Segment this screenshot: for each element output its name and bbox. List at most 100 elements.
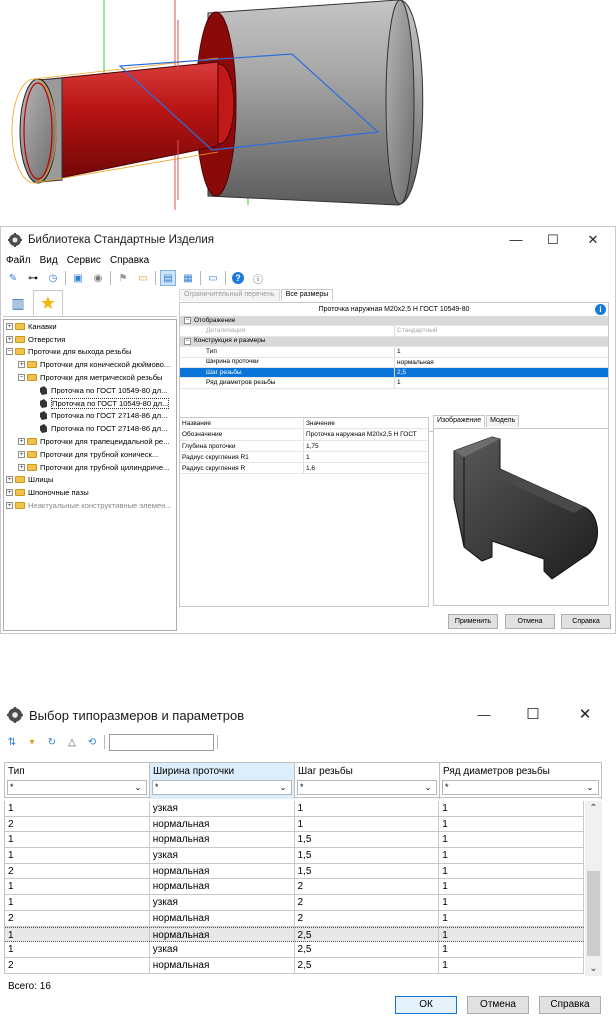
table-row[interactable]: 1 узкая 2 1 [5, 895, 584, 911]
table-row[interactable]: 2 нормальная 2,5 1 [5, 957, 584, 974]
tree-item[interactable]: + Неактуальные конструктивные элемен... [4, 499, 176, 512]
catalog-tab-icon[interactable]: ▥ [3, 290, 33, 316]
search-input[interactable] [109, 733, 214, 751]
filter-icon[interactable]: ▾ [24, 734, 40, 750]
3d-model-view[interactable] [0, 0, 616, 210]
save-icon[interactable]: ▣ [70, 270, 86, 286]
folder-icon[interactable]: ▭ [135, 270, 151, 286]
table-row[interactable]: 1 нормальная 2,5 1 [5, 926, 584, 943]
pin-icon[interactable]: ✎ [5, 270, 21, 286]
menu-help[interactable]: Справка [110, 253, 149, 269]
about-icon[interactable]: ⓘ [250, 270, 266, 286]
chevron-down-icon[interactable]: ⌄ [131, 782, 145, 793]
tree-item[interactable]: + Шлицы [4, 474, 176, 487]
list-view-icon[interactable]: ▤ [160, 270, 176, 286]
column-header[interactable]: Шаг резьбы * ⌄ [295, 763, 440, 799]
tab-image[interactable]: Изображение [433, 415, 486, 427]
close-button[interactable]: ✕ [578, 231, 608, 249]
tree-item[interactable]: + Канавки [4, 320, 176, 333]
apply-button[interactable]: Применить [448, 614, 498, 629]
chevron-down-icon[interactable]: ⌄ [583, 782, 597, 793]
param-group[interactable]: − Отображение [180, 316, 608, 327]
table-row[interactable]: 1 нормальная 2 1 [5, 879, 584, 896]
param-group[interactable]: − Конструкция и размеры [180, 336, 608, 348]
collapse-icon[interactable]: − [184, 337, 191, 345]
expand-icon[interactable]: + [18, 450, 25, 458]
chevron-down-icon[interactable]: ⌄ [421, 782, 435, 793]
param-row[interactable]: Шаг резьбы 2,5 [180, 367, 608, 379]
tree-item[interactable]: + Отверстия [4, 333, 176, 346]
param-value[interactable]: 2,5 [395, 367, 608, 379]
help-button[interactable]: Справка [561, 614, 611, 629]
table-row[interactable]: 1 узкая 1,5 1 [5, 848, 584, 864]
panel-icon[interactable]: ▭ [205, 270, 221, 286]
table-view-icon[interactable]: ▦ [180, 270, 196, 286]
tree-item[interactable]: + Проточки для трубной коническ... [4, 448, 176, 461]
collapse-icon[interactable]: − [184, 317, 191, 325]
tree-item[interactable]: + Проточки для конической дюймово... [4, 358, 176, 371]
sort-icon[interactable]: ⇅ [4, 734, 20, 750]
menu-view[interactable]: Вид [40, 253, 58, 269]
maximize-button[interactable]: ☐ [538, 231, 568, 249]
column-header[interactable]: Ряд диаметров резьбы * ⌄ [440, 763, 602, 799]
tab-model[interactable]: Модель [486, 415, 520, 427]
minimize-button[interactable]: — [501, 231, 531, 249]
refresh-icon[interactable]: ↻ [44, 734, 60, 750]
minimize-button[interactable]: — [469, 706, 499, 724]
cancel-button[interactable]: Отмена [467, 996, 529, 1014]
param-value[interactable]: 1 [395, 378, 608, 389]
expand-icon[interactable]: + [6, 335, 13, 343]
scroll-down-icon[interactable]: ⌄ [585, 961, 602, 976]
table-row[interactable]: 2 нормальная 1 1 [5, 816, 584, 833]
help-icon[interactable]: ? [230, 270, 246, 286]
record-icon[interactable]: ◉ [90, 270, 106, 286]
ok-button[interactable]: ОК [395, 996, 457, 1014]
column-filter[interactable]: * ⌄ [442, 780, 599, 795]
vertical-scrollbar[interactable]: ⌃ ⌄ [585, 801, 602, 976]
menu-service[interactable]: Сервис [67, 253, 101, 269]
tab-all-sizes[interactable]: Все размеры [280, 289, 334, 301]
expand-icon[interactable]: + [6, 322, 13, 330]
expand-icon[interactable]: + [6, 476, 13, 484]
clock-icon[interactable]: ◷ [45, 270, 61, 286]
column-filter[interactable]: * ⌄ [7, 780, 147, 795]
param-row[interactable]: Тип 1 [180, 347, 608, 358]
title-bar[interactable]: Выбор типоразмеров и параметров — ☐ ✕ [0, 698, 616, 732]
flag-icon[interactable]: ⚑ [115, 270, 131, 286]
title-bar[interactable]: Библиотека Стандартные Изделия — ☐ ✕ [1, 227, 615, 253]
table-row[interactable]: 1 узкая 2,5 1 [5, 942, 584, 958]
expand-icon[interactable]: + [18, 438, 25, 446]
cancel-button[interactable]: Отмена [505, 614, 555, 629]
favorites-star-icon[interactable]: ★ [33, 290, 63, 316]
table-row[interactable]: 1 узкая 1 1 [5, 801, 584, 817]
tree-item[interactable]: + Проточки для трапецеидальной ре... [4, 435, 176, 448]
menu-file[interactable]: Файл [6, 253, 31, 269]
close-button[interactable]: ✕ [570, 706, 600, 724]
tree-item[interactable]: Проточка по ГОСТ 27148-86 дл... [4, 410, 176, 423]
tree-item[interactable]: + Проточки для трубной цилиндриче... [4, 461, 176, 474]
chevron-down-icon[interactable]: ⌄ [276, 782, 290, 793]
column-filter[interactable]: * ⌄ [152, 780, 292, 795]
tree-item[interactable]: + Шпоночные пазы [4, 486, 176, 499]
collapse-icon[interactable]: − [6, 348, 13, 356]
binoculars-icon[interactable]: ⊶ [25, 270, 41, 286]
param-row[interactable]: Ряд диаметров резьбы 1 [180, 378, 608, 389]
expand-icon[interactable]: + [18, 463, 25, 471]
collapse-icon[interactable]: − [18, 374, 25, 382]
help-button[interactable]: Справка [539, 996, 601, 1014]
param-value[interactable]: 1 [395, 347, 608, 358]
scroll-thumb[interactable] [587, 871, 600, 956]
table-row[interactable]: 2 нормальная 1,5 1 [5, 863, 584, 880]
tab-restricted-list[interactable]: Ограничительный перечень [179, 289, 280, 301]
expand-icon[interactable]: + [18, 361, 25, 369]
measure-icon[interactable]: △ [64, 734, 80, 750]
maximize-button[interactable]: ☐ [518, 706, 548, 724]
tree-item[interactable]: − Проточки для метрической резьбы [4, 371, 176, 384]
table-row[interactable]: 1 нормальная 1,5 1 [5, 832, 584, 849]
tree-item[interactable]: − Проточки для выхода резьбы [4, 346, 176, 359]
tree-item[interactable]: Проточка по ГОСТ 27148-86 дл... [4, 422, 176, 435]
table-row[interactable]: 2 нормальная 2 1 [5, 910, 584, 927]
param-row[interactable]: Детализация Стандартный [180, 326, 608, 337]
column-header[interactable]: Ширина проточки * ⌄ [150, 763, 295, 799]
column-filter[interactable]: * ⌄ [297, 780, 437, 795]
